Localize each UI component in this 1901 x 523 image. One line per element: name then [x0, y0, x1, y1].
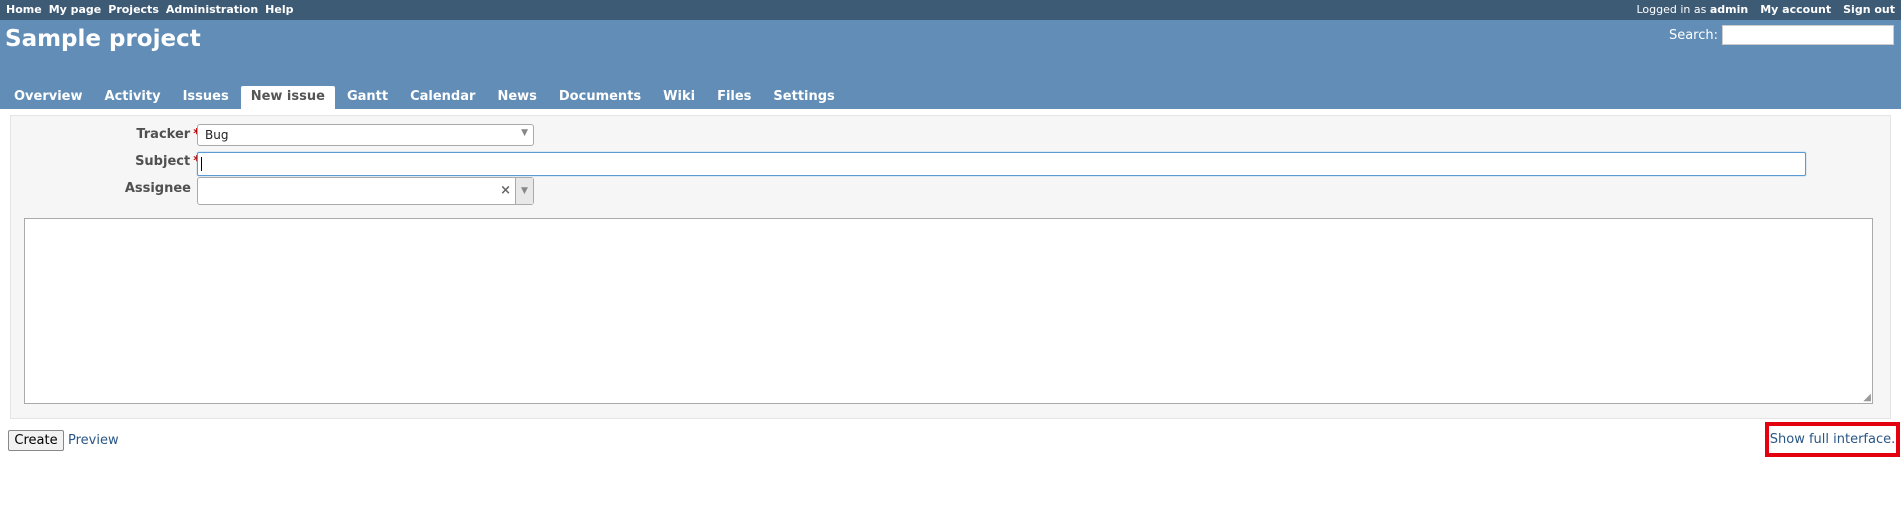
tracker-select[interactable]: Bug ▼	[197, 124, 534, 146]
subject-label-text: Subject	[135, 154, 191, 169]
create-button[interactable]: Create	[8, 430, 64, 451]
subject-label: Subject*	[20, 154, 200, 169]
top-menu-help[interactable]: Help	[265, 3, 293, 16]
tab-calendar[interactable]: Calendar	[400, 86, 485, 109]
tab-new-issue[interactable]: New issue	[240, 86, 335, 109]
description-textarea[interactable]: ◢	[24, 218, 1873, 404]
tab-overview[interactable]: Overview	[4, 86, 93, 109]
tab-settings[interactable]: Settings	[763, 86, 844, 109]
tracker-select-value: Bug	[205, 128, 229, 142]
assignee-label: Assignee	[11, 181, 191, 196]
top-menu: Home My page Projects Administration Hel…	[0, 0, 1901, 20]
tracker-label: Tracker*	[20, 127, 200, 142]
assignee-label-text: Assignee	[124, 181, 191, 196]
my-account-link[interactable]: My account	[1760, 3, 1831, 16]
logged-in-prefix: Logged in as	[1636, 3, 1707, 16]
sign-out-link[interactable]: Sign out	[1843, 3, 1895, 16]
chevron-down-icon: ▼	[521, 128, 528, 138]
tab-news[interactable]: News	[487, 86, 546, 109]
top-menu-my-page[interactable]: My page	[49, 3, 102, 16]
resize-grip-icon[interactable]: ◢	[1863, 393, 1871, 403]
main-menu: Overview Activity Issues New issue Gantt…	[4, 86, 847, 109]
subject-input[interactable]	[197, 152, 1806, 176]
logged-in-as: Logged in as admin	[1636, 3, 1748, 16]
tab-documents[interactable]: Documents	[549, 86, 651, 109]
top-menu-left: Home My page Projects Administration Hel…	[6, 3, 293, 16]
issue-form-box: Tracker* Bug ▼ Subject* Assignee × ▼ ◢	[10, 115, 1891, 419]
tab-activity[interactable]: Activity	[95, 86, 171, 109]
search-label: Search:	[1668, 27, 1718, 43]
tab-gantt[interactable]: Gantt	[337, 86, 398, 109]
tab-issues[interactable]: Issues	[173, 86, 239, 109]
top-menu-administration[interactable]: Administration	[166, 3, 258, 16]
chevron-down-icon[interactable]: ▼	[515, 178, 533, 204]
clear-icon[interactable]: ×	[500, 183, 511, 198]
preview-link[interactable]: Preview	[68, 433, 119, 448]
header: Sample project Search: Overview Activity…	[0, 20, 1901, 109]
top-menu-home[interactable]: Home	[6, 3, 42, 16]
tab-wiki[interactable]: Wiki	[653, 86, 705, 109]
top-menu-projects[interactable]: Projects	[108, 3, 159, 16]
assignee-select[interactable]: × ▼	[197, 177, 534, 205]
tracker-label-text: Tracker	[136, 127, 191, 142]
tab-files[interactable]: Files	[707, 86, 761, 109]
project-title: Sample project	[5, 26, 201, 52]
show-full-interface-link[interactable]: Show full interface.	[1765, 422, 1900, 457]
top-menu-right: Logged in as admin My account Sign out	[1636, 3, 1895, 16]
text-caret	[201, 157, 202, 171]
current-user-link[interactable]: admin	[1710, 3, 1748, 16]
search-area: Search:	[1669, 25, 1894, 45]
search-input[interactable]	[1722, 25, 1894, 45]
